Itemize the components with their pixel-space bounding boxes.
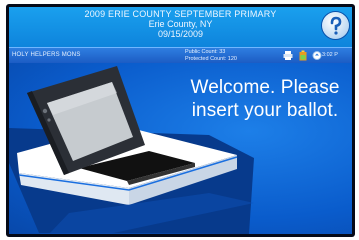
precinct-name: HOLY HELPERS MONS bbox=[12, 52, 81, 58]
voting-screen: 2009 ERIE COUNTY SEPTEMBER PRIMARY Erie … bbox=[9, 7, 352, 234]
welcome-panel: Welcome. Please insert your ballot. bbox=[9, 63, 352, 234]
welcome-message: Welcome. Please insert your ballot. bbox=[179, 76, 351, 122]
help-icon bbox=[330, 16, 342, 35]
clock: 3:02 P bbox=[322, 52, 338, 58]
election-county: Erie County, NY bbox=[148, 19, 213, 29]
device-frame: 2009 ERIE COUNTY SEPTEMBER PRIMARY Erie … bbox=[6, 4, 355, 237]
network-icon bbox=[312, 51, 322, 60]
printer-icon bbox=[283, 51, 293, 60]
election-title: 2009 ERIE COUNTY SEPTEMBER PRIMARY bbox=[84, 9, 277, 19]
welcome-line-2: insert your ballot. bbox=[191, 100, 339, 121]
help-button[interactable] bbox=[322, 12, 349, 39]
status-bar: HOLY HELPERS MONS Public Count: 33 Prote… bbox=[9, 47, 352, 64]
welcome-line-1: Welcome. Please bbox=[190, 77, 340, 98]
protected-count: Protected Count: 120 bbox=[185, 55, 237, 62]
battery-icon bbox=[299, 50, 307, 61]
election-date: 09/15/2009 bbox=[157, 29, 204, 39]
ballot-counts: Public Count: 33 Protected Count: 120 bbox=[185, 49, 237, 62]
election-header: 2009 ERIE COUNTY SEPTEMBER PRIMARY Erie … bbox=[9, 7, 352, 47]
